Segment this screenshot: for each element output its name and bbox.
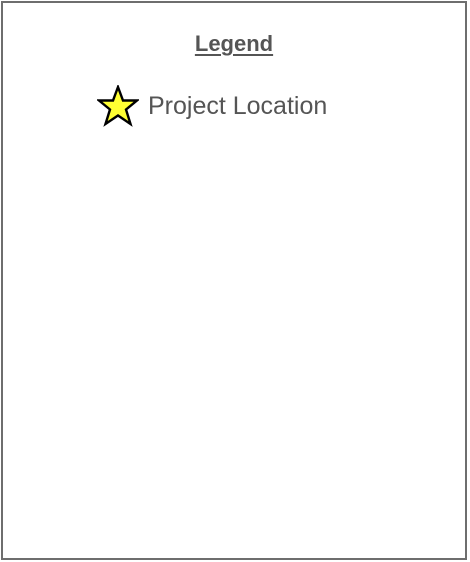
legend-entry-project-location: Project Location (97, 85, 327, 127)
map-legend: Legend Project Location (1, 1, 467, 560)
legend-entry-label: Project Location (148, 91, 328, 120)
legend-title: Legend (194, 31, 274, 56)
star-icon (97, 85, 139, 127)
